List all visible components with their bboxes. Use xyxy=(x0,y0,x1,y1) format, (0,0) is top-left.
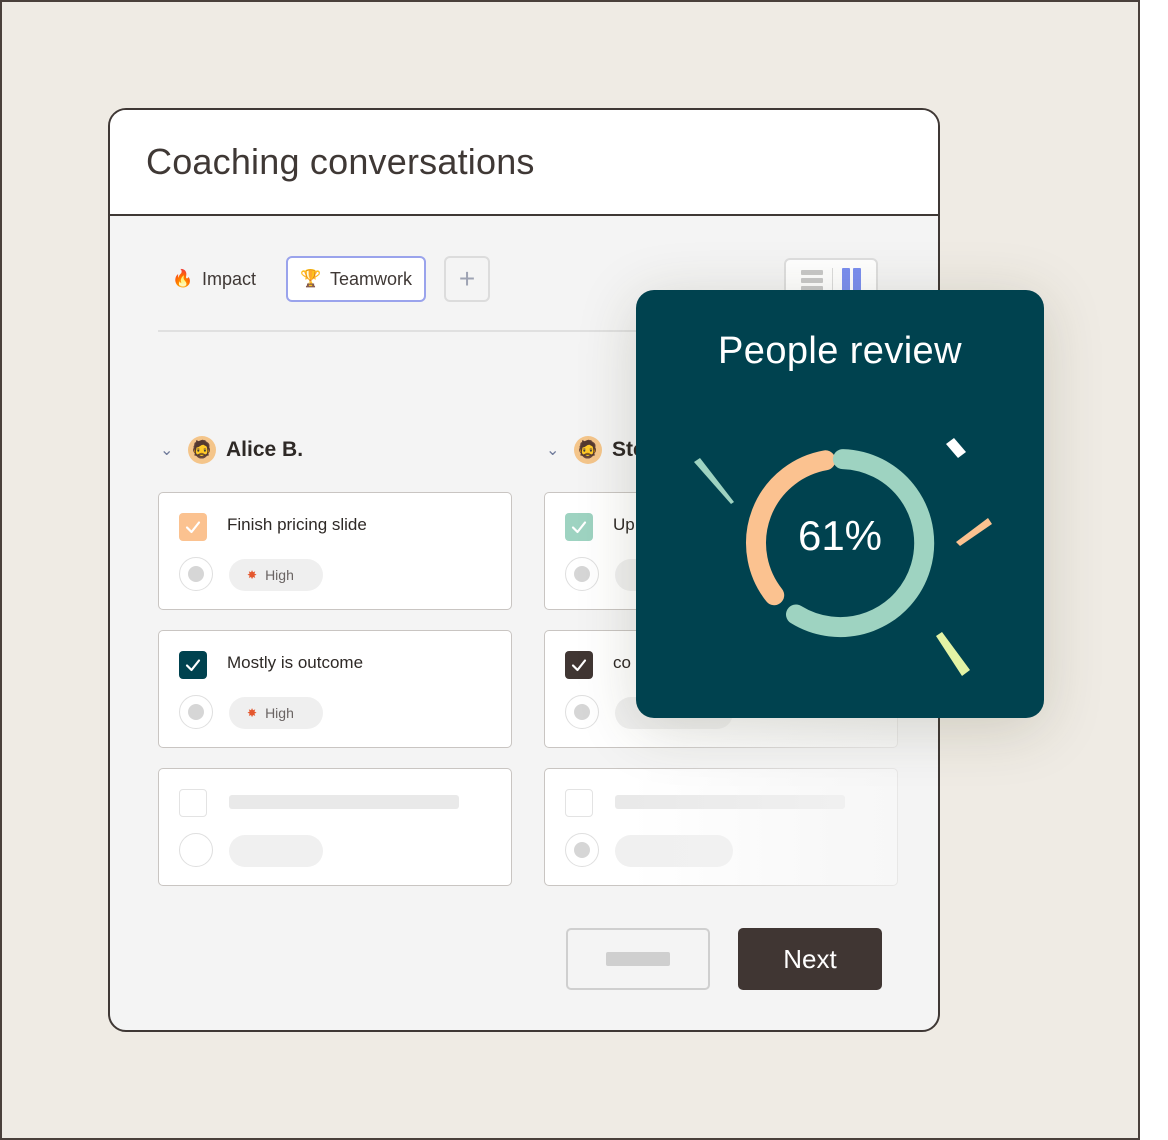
tab-label: Impact xyxy=(202,268,257,289)
assignee-radio[interactable] xyxy=(179,557,213,591)
column-header[interactable]: ⌄ 🧔 Alice B. xyxy=(158,430,514,470)
window-header: Coaching conversations xyxy=(110,110,938,216)
chevron-down-icon[interactable]: ⌄ xyxy=(546,440,564,460)
progress-donut xyxy=(694,438,992,676)
avatar: 🧔 xyxy=(188,436,216,464)
spark-icon: ✸ xyxy=(247,568,258,582)
skeleton-pill xyxy=(229,835,323,867)
avatar: 🧔 xyxy=(574,436,602,464)
task-checkbox[interactable] xyxy=(179,651,207,679)
spark-icon: ✸ xyxy=(247,706,258,720)
priority-badge[interactable]: ✸ High xyxy=(229,559,323,591)
column-name: Alice B. xyxy=(226,438,304,461)
task-text: Finish pricing slide xyxy=(227,515,367,534)
placeholder-card xyxy=(158,768,512,886)
check-icon xyxy=(571,659,587,672)
task-card[interactable]: Finish pricing slide ✸ High xyxy=(158,492,512,610)
list-view-icon[interactable] xyxy=(800,269,823,291)
check-icon xyxy=(571,521,587,534)
task-checkbox[interactable] xyxy=(179,789,207,817)
task-checkbox[interactable] xyxy=(565,513,593,541)
sparkle-shape xyxy=(956,518,992,546)
chevron-down-icon[interactable]: ⌄ xyxy=(160,440,178,460)
tab-bar: 🔥 Impact 🏆 Teamwork + xyxy=(160,256,491,302)
check-icon xyxy=(185,521,201,534)
priority-label: High xyxy=(265,567,294,583)
task-card[interactable]: Mostly is outcome ✸ High xyxy=(158,630,512,748)
task-text: co xyxy=(613,653,631,672)
assignee-radio[interactable] xyxy=(179,695,213,729)
tab-teamwork[interactable]: 🏆 Teamwork xyxy=(286,256,427,302)
column-alice: ⌄ 🧔 Alice B. Finish pricing slide ✸ High… xyxy=(158,430,514,906)
board-view-icon[interactable] xyxy=(842,268,862,292)
window-title: Coaching conversations xyxy=(146,141,535,182)
task-checkbox[interactable] xyxy=(565,789,593,817)
priority-badge[interactable]: ✸ High xyxy=(229,697,323,729)
tab-impact[interactable]: 🔥 Impact xyxy=(160,256,268,302)
sparkle-shape xyxy=(946,438,966,458)
toggle-divider xyxy=(831,268,833,292)
plus-icon: + xyxy=(458,263,476,294)
back-button[interactable] xyxy=(566,928,710,990)
add-tab-button[interactable]: + xyxy=(444,256,491,302)
assignee-radio[interactable] xyxy=(565,695,599,729)
assignee-radio[interactable] xyxy=(565,557,599,591)
tab-label: Teamwork xyxy=(330,268,413,289)
skeleton-pill xyxy=(615,835,733,867)
task-checkbox[interactable] xyxy=(565,651,593,679)
placeholder-card xyxy=(544,768,898,886)
fire-icon: 🔥 xyxy=(172,269,194,288)
skeleton-text xyxy=(615,795,845,809)
skeleton-text xyxy=(229,795,459,809)
next-button[interactable]: Next xyxy=(738,928,882,990)
assignee-radio[interactable] xyxy=(565,833,599,867)
task-text: Mostly is outcome xyxy=(227,653,364,672)
sparkle-shape xyxy=(694,458,734,504)
assignee-radio[interactable] xyxy=(179,833,213,867)
priority-label: High xyxy=(265,705,294,721)
check-icon xyxy=(185,659,201,672)
task-checkbox[interactable] xyxy=(179,513,207,541)
task-text: Up xyxy=(613,515,635,534)
trophy-icon: 🏆 xyxy=(300,269,322,288)
percent-label: 61% xyxy=(797,512,883,559)
people-review-card: People review 61% xyxy=(636,290,1044,718)
sparkle-shape xyxy=(936,632,970,676)
